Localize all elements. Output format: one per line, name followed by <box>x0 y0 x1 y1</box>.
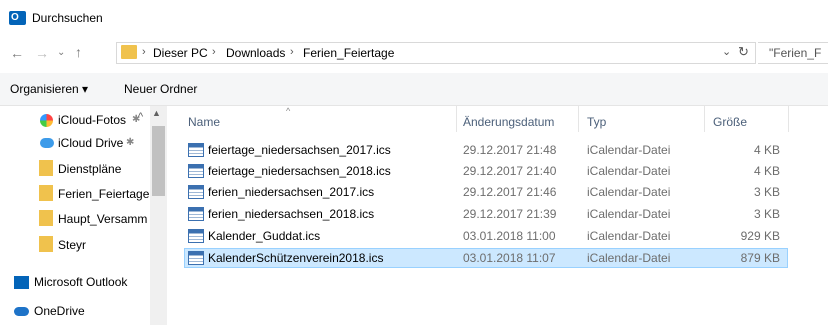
outlook-app-icon <box>9 11 26 25</box>
file-type: iCalendar-Datei <box>587 229 671 243</box>
calendar-file-icon <box>188 143 204 157</box>
file-type: iCalendar-Datei <box>587 143 671 157</box>
column-divider[interactable] <box>788 106 789 132</box>
forward-arrow-icon[interactable]: → <box>35 45 49 61</box>
file-date: 29.12.2017 21:39 <box>463 207 557 221</box>
file-size: 4 KB <box>753 143 780 157</box>
file-name: ferien_niedersachsen_2018.ics <box>208 207 375 221</box>
file-type: iCalendar-Datei <box>587 207 671 221</box>
file-size: 4 KB <box>753 164 780 178</box>
pin-icon: ✱ <box>126 137 135 148</box>
calendar-file-icon <box>188 229 204 243</box>
file-size: 879 KB <box>740 251 780 265</box>
folder-icon <box>39 236 53 252</box>
column-header-type[interactable]: Typ <box>587 115 606 129</box>
breadcrumb-downloads[interactable]: Downloads <box>226 46 285 60</box>
folder-icon <box>39 210 53 226</box>
column-divider[interactable] <box>456 106 457 132</box>
photos-icon <box>40 114 53 127</box>
calendar-file-icon <box>188 251 204 265</box>
file-row[interactable]: feiertage_niedersachsen_2017.ics 29.12.2… <box>184 140 788 160</box>
expand-chevron-icon[interactable]: ^ <box>138 111 143 123</box>
breadcrumb-separator: › <box>142 46 146 58</box>
column-divider[interactable] <box>578 106 579 132</box>
nav-item-label: iCloud Drive <box>58 136 124 150</box>
title-bar <box>0 0 828 36</box>
file-type: iCalendar-Datei <box>587 185 671 199</box>
nav-item-label: Microsoft Outlook <box>34 275 128 289</box>
sort-ascending-icon: ^ <box>286 106 291 116</box>
column-header-name[interactable]: Name <box>188 115 220 129</box>
file-row[interactable]: Kalender_Guddat.ics 03.01.2018 11:00 iCa… <box>184 226 788 246</box>
column-divider[interactable] <box>704 106 705 132</box>
organize-button[interactable]: Organisieren ▾ <box>10 82 88 96</box>
file-date: 29.12.2017 21:48 <box>463 143 557 157</box>
new-folder-button[interactable]: Neuer Ordner <box>124 82 197 96</box>
onedrive-icon <box>14 307 29 316</box>
file-size: 3 KB <box>753 185 780 199</box>
column-header-size[interactable]: Größe <box>713 115 747 129</box>
folder-icon <box>39 160 53 176</box>
calendar-file-icon <box>188 207 204 221</box>
breadcrumb-separator: › <box>212 46 216 58</box>
nav-item-label: Dienstpläne <box>58 162 122 176</box>
file-name: KalenderSchützenverein2018.ics <box>208 251 384 265</box>
breadcrumb-dieser-pc[interactable]: Dieser PC <box>153 46 208 60</box>
file-name: ferien_niedersachsen_2017.ics <box>208 185 375 199</box>
refresh-icon[interactable]: ↻ <box>738 44 749 60</box>
scroll-up-arrow-icon[interactable]: ▲ <box>152 108 161 118</box>
file-date: 29.12.2017 21:46 <box>463 185 557 199</box>
address-dropdown-icon[interactable]: ⌄ <box>722 45 731 58</box>
folder-icon <box>121 45 137 59</box>
column-header-date[interactable]: Änderungsdatum <box>463 115 554 129</box>
file-date: 29.12.2017 21:40 <box>463 164 557 178</box>
cloud-icon <box>40 138 54 148</box>
up-arrow-icon[interactable]: ↑ <box>75 44 82 60</box>
nav-item-label: Haupt_Versamm <box>58 212 148 226</box>
file-name: feiertage_niedersachsen_2017.ics <box>208 143 391 157</box>
file-type: iCalendar-Datei <box>587 251 671 265</box>
search-input-text[interactable]: "Ferien_F <box>769 46 821 60</box>
nav-item-label: Ferien_Feiertage <box>58 187 150 201</box>
nav-item-label: OneDrive <box>34 304 85 318</box>
calendar-file-icon <box>188 164 204 178</box>
nav-item-label: iCloud-Fotos <box>58 113 127 127</box>
file-name: feiertage_niedersachsen_2018.ics <box>208 164 391 178</box>
back-arrow-icon[interactable]: ← <box>10 45 24 61</box>
breadcrumb-separator: › <box>290 46 294 58</box>
file-row[interactable]: feiertage_niedersachsen_2018.ics 29.12.2… <box>184 161 788 181</box>
outlook-icon <box>14 276 29 289</box>
nav-item-label: Steyr <box>58 238 87 252</box>
file-row[interactable]: ferien_niedersachsen_2017.ics 29.12.2017… <box>184 182 788 202</box>
window-title: Durchsuchen <box>32 11 103 25</box>
file-date: 03.01.2018 11:00 <box>463 229 556 243</box>
nav-scrollbar-thumb[interactable] <box>152 126 165 196</box>
calendar-file-icon <box>188 185 204 199</box>
file-date: 03.01.2018 11:07 <box>463 251 556 265</box>
recent-locations-chevron-icon[interactable]: ⌄ <box>57 45 65 61</box>
breadcrumb-ferien-feiertage[interactable]: Ferien_Feiertage <box>303 46 394 60</box>
file-type: iCalendar-Datei <box>587 164 671 178</box>
folder-icon <box>39 185 53 201</box>
file-row-selected[interactable]: KalenderSchützenverein2018.ics 03.01.201… <box>184 248 788 268</box>
file-row[interactable]: ferien_niedersachsen_2018.ics 29.12.2017… <box>184 204 788 224</box>
file-name: Kalender_Guddat.ics <box>208 229 321 243</box>
file-size: 3 KB <box>753 207 780 221</box>
file-size: 929 KB <box>740 229 780 243</box>
